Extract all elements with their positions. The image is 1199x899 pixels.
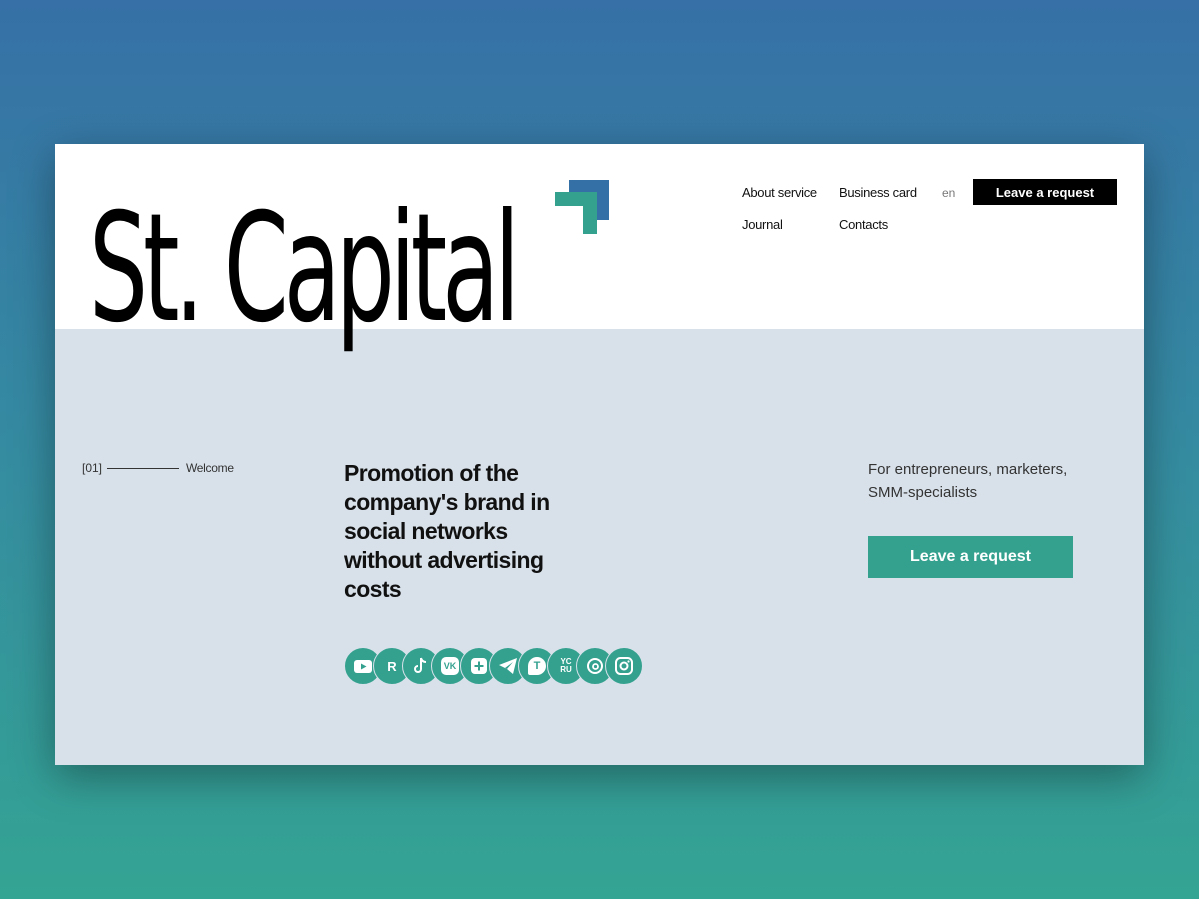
section-label: Welcome: [186, 461, 234, 475]
section-number: [01]: [82, 461, 103, 475]
nav-item-about-service[interactable]: About service: [742, 185, 817, 200]
nav-item-journal[interactable]: Journal: [742, 217, 783, 232]
audience-text: For entrepreneurs, marketers, SMM-specia…: [868, 461, 1068, 501]
hero-card: St. Capital About service Business card …: [55, 144, 1144, 765]
nav-item-business-card[interactable]: Business card: [839, 185, 917, 200]
nav-item-contacts[interactable]: Contacts: [839, 217, 888, 232]
hero-leave-request-button[interactable]: Leave a request: [868, 536, 1073, 578]
language-switch[interactable]: en: [942, 186, 955, 200]
hero-headline: Promotion of the company's brand in soci…: [344, 460, 550, 602]
instagram-icon[interactable]: [605, 647, 643, 685]
tenchat-glyph: T: [528, 657, 546, 675]
brand-logo-text[interactable]: St. Capital: [89, 194, 520, 344]
section-divider: [107, 468, 179, 469]
social-links: R VK T YC RU: [344, 647, 654, 685]
vk-glyph: VK: [441, 657, 459, 675]
brand-logo-mark-icon: [555, 180, 611, 236]
header-leave-request-button[interactable]: Leave a request: [973, 179, 1117, 205]
